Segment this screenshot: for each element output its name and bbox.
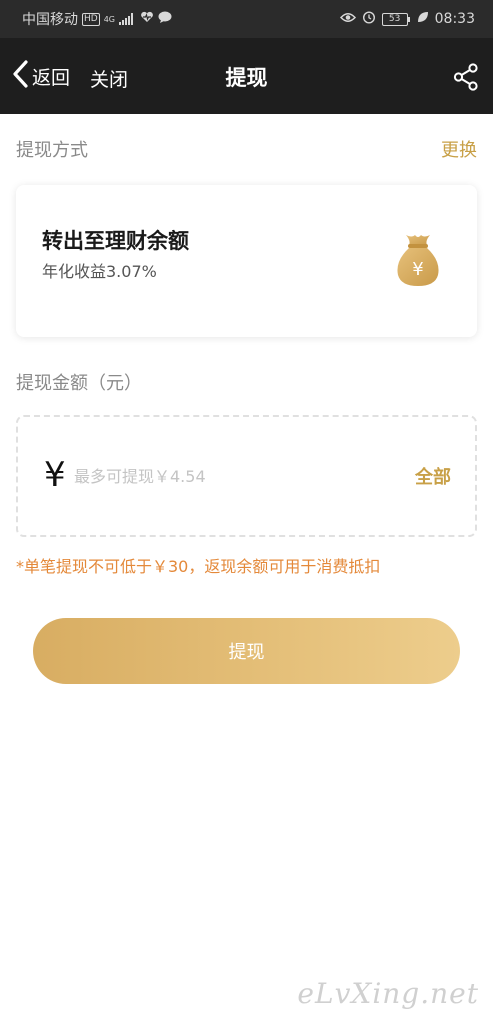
amount-input[interactable] bbox=[74, 461, 374, 491]
health-icon bbox=[140, 11, 154, 27]
page-title: 提现 bbox=[225, 66, 268, 90]
eye-icon bbox=[339, 11, 356, 27]
amount-input-box: ¥ 全部 bbox=[16, 415, 477, 537]
method-name: 转出至理财余额 bbox=[42, 229, 189, 253]
status-bar-right: 53 08:33 bbox=[339, 10, 475, 28]
message-icon bbox=[158, 11, 172, 27]
currency-symbol: ¥ bbox=[44, 455, 66, 495]
status-bar: 中国移动 HD 4G 53 08:33 bbox=[0, 0, 493, 38]
network-label: 4G bbox=[103, 14, 115, 24]
share-button[interactable] bbox=[453, 63, 479, 95]
battery-icon: 53 bbox=[381, 12, 410, 26]
withdraw-all-button[interactable]: 全部 bbox=[415, 463, 451, 489]
withdraw-method-card[interactable]: 转出至理财余额 年化收益3.07% ¥ bbox=[16, 185, 477, 337]
amount-section-title: 提现金额（元） bbox=[16, 373, 142, 394]
nav-bar: 返回 关闭 提现 bbox=[0, 38, 493, 114]
status-bar-left: 中国移动 HD 4G bbox=[22, 9, 340, 29]
minimum-amount-notice: *单笔提现不可低于￥30，返现余额可用于消费抵扣 bbox=[16, 557, 381, 576]
alarm-icon bbox=[362, 10, 376, 28]
money-bag-icon: ¥ bbox=[393, 231, 443, 291]
change-method-link[interactable]: 更换 bbox=[441, 136, 477, 162]
annual-yield-text: 年化收益3.07% bbox=[42, 262, 157, 281]
carrier-label: 中国移动 bbox=[22, 12, 78, 28]
hd-badge: HD bbox=[82, 12, 100, 26]
battery-level: 53 bbox=[388, 13, 401, 24]
svg-text:¥: ¥ bbox=[412, 259, 423, 280]
share-icon bbox=[453, 63, 479, 95]
leaf-icon bbox=[417, 11, 429, 27]
clock-time: 08:33 bbox=[434, 11, 475, 27]
signal-icon bbox=[119, 13, 133, 25]
method-section-title: 提现方式 bbox=[16, 140, 88, 161]
withdraw-submit-button[interactable]: 提现 bbox=[33, 618, 460, 684]
watermark: eLvXing.net bbox=[297, 977, 479, 1010]
